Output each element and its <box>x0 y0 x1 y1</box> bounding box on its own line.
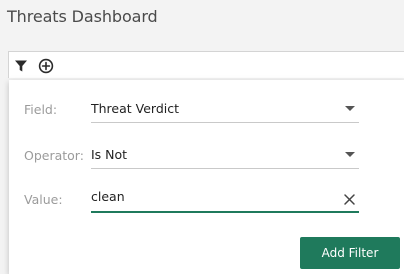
clear-icon[interactable] <box>343 191 356 205</box>
field-select-value: Threat Verdict <box>91 101 180 116</box>
field-select[interactable]: Threat Verdict <box>91 95 359 123</box>
field-label: Field: <box>24 102 58 117</box>
chevron-down-icon <box>345 106 355 111</box>
add-filter-button[interactable]: Add Filter <box>300 237 400 269</box>
value-field <box>91 185 359 213</box>
operator-label: Operator: <box>24 148 84 163</box>
chevron-down-icon <box>345 152 355 157</box>
filter-icon[interactable] <box>12 57 29 74</box>
value-label: Value: <box>24 192 63 207</box>
value-input[interactable] <box>91 189 331 204</box>
operator-select-value: Is Not <box>91 147 128 162</box>
add-circle-icon[interactable] <box>37 57 54 74</box>
filter-toolbar <box>8 51 404 78</box>
page-title: Threats Dashboard <box>7 7 158 26</box>
operator-select[interactable]: Is Not <box>91 141 359 169</box>
add-filter-popover: Field: Threat Verdict Operator: Is Not V… <box>9 80 404 274</box>
